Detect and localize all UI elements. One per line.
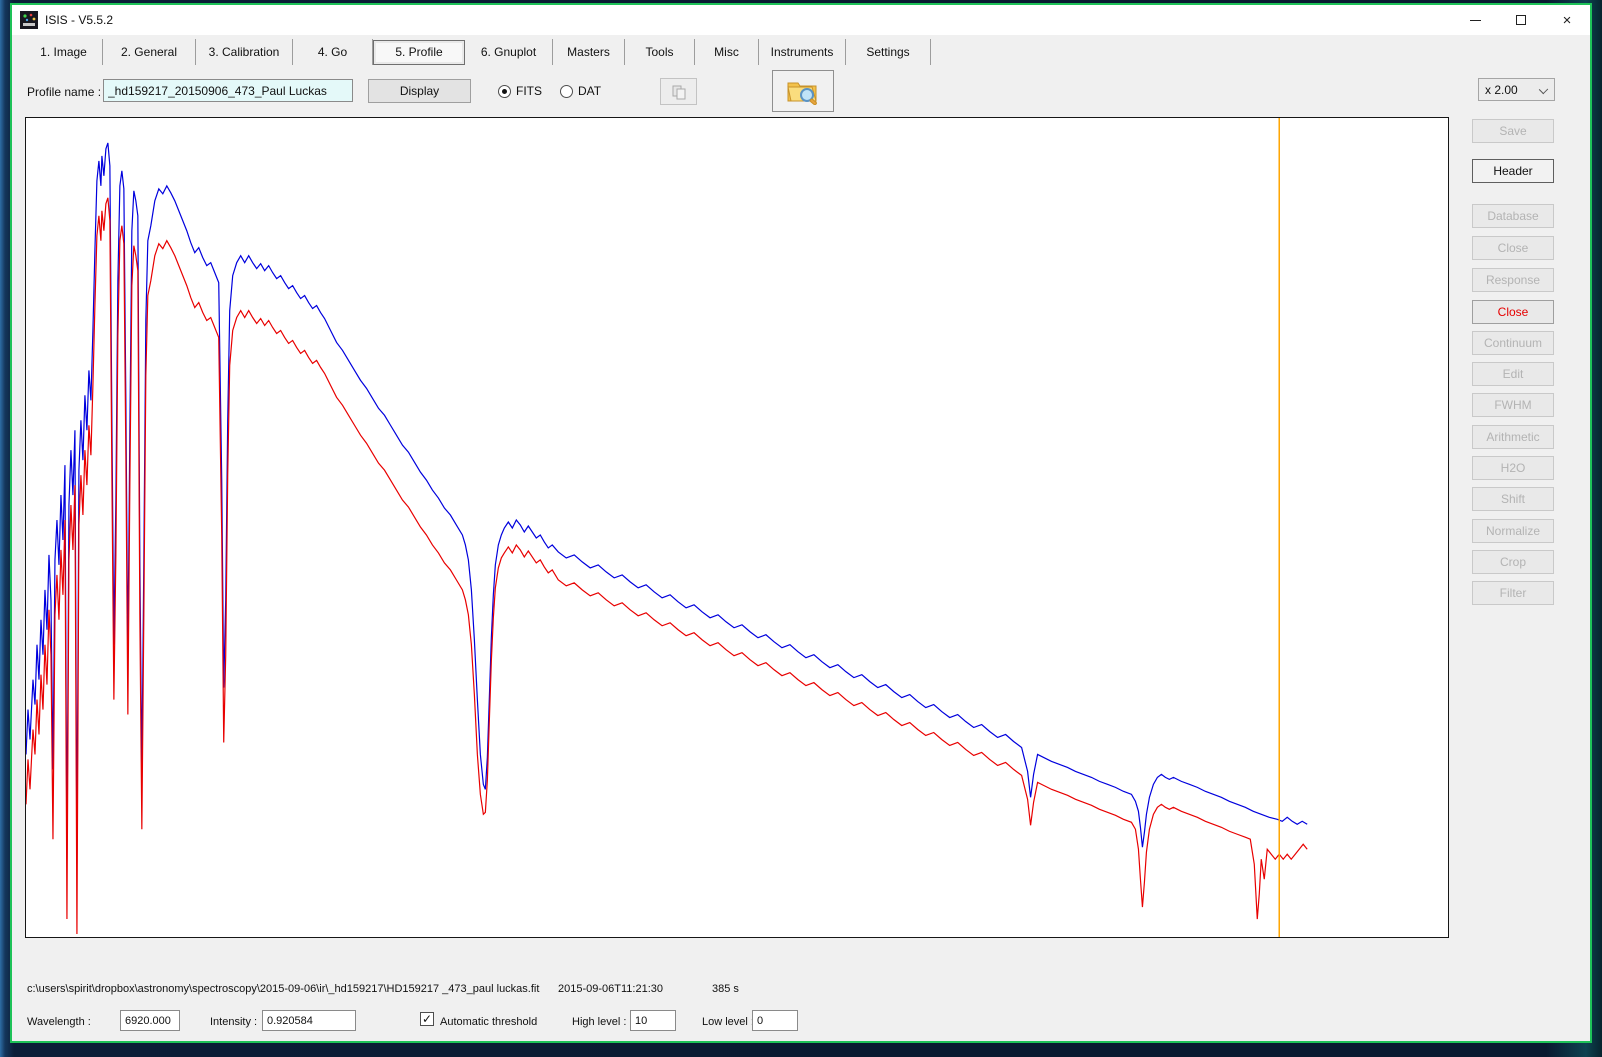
display-button[interactable]: Display <box>368 79 471 103</box>
h2o-button: H2O <box>1472 456 1554 480</box>
tab-3-calibration[interactable]: 3. Calibration <box>196 39 293 65</box>
dat-radio[interactable] <box>560 85 573 98</box>
minimize-icon <box>1470 20 1481 21</box>
close-button[interactable]: × <box>1544 5 1590 35</box>
tab-tools[interactable]: Tools <box>625 39 695 65</box>
dat-radio-label: DAT <box>578 84 601 98</box>
desktop: { "window": { "title": "ISIS - V5.5.2" }… <box>0 0 1602 1057</box>
browse-profile-button[interactable] <box>772 70 834 112</box>
close-button-active[interactable]: Close <box>1472 300 1554 324</box>
filter-button: Filter <box>1472 581 1554 605</box>
window-title: ISIS - V5.5.2 <box>45 13 113 27</box>
fits-radio-label: FITS <box>516 84 542 98</box>
close-icon: × <box>1563 12 1572 29</box>
exposure-time: 385 s <box>712 983 739 995</box>
arithmetic-button: Arithmetic <box>1472 425 1554 449</box>
fits-radio[interactable] <box>498 85 511 98</box>
tab-1-image[interactable]: 1. Image <box>25 39 103 65</box>
app-icon <box>20 11 38 29</box>
intensity-value-field[interactable] <box>262 1010 356 1031</box>
normalize-button: Normalize <box>1472 519 1554 543</box>
tab-5-profile[interactable]: 5. Profile <box>373 40 465 65</box>
wavelength-label: Wavelength : <box>27 1016 91 1028</box>
save-button: Save <box>1472 119 1554 143</box>
shift-button: Shift <box>1472 487 1554 511</box>
crop-button: Crop <box>1472 550 1554 574</box>
header-button[interactable]: Header <box>1472 159 1554 183</box>
high-level-field[interactable] <box>630 1010 676 1031</box>
title-bar: ISIS - V5.5.2 × <box>12 5 1590 35</box>
maximize-button[interactable] <box>1498 5 1544 35</box>
app-window: ISIS - V5.5.2 × 1. Image2. General3. Cal… <box>10 3 1592 1043</box>
tab-2-general[interactable]: 2. General <box>103 39 196 65</box>
spectrum-blue-curve <box>26 143 1307 864</box>
zoom-factor-value: x 2.00 <box>1485 83 1518 97</box>
response-button: Response <box>1472 268 1554 292</box>
format-radio-group: FITS DAT <box>498 84 601 98</box>
tab-6-gnuplot[interactable]: 6. Gnuplot <box>465 39 553 65</box>
low-level-field[interactable] <box>752 1010 798 1031</box>
observation-datetime: 2015-09-06T11:21:30 <box>558 983 663 995</box>
high-level-label: High level : <box>572 1016 626 1028</box>
low-level-label: Low level : <box>702 1016 754 1028</box>
continuum-button: Continuum <box>1472 331 1554 355</box>
automatic-threshold-label: Automatic threshold <box>440 1016 537 1028</box>
copy-icon <box>671 84 687 100</box>
chevron-down-icon <box>1539 85 1548 94</box>
fwhm-button: FWHM <box>1472 393 1554 417</box>
file-path-text: c:\users\spirit\dropbox\astronomy\spectr… <box>27 983 539 995</box>
tab-masters[interactable]: Masters <box>553 39 625 65</box>
close-button: Close <box>1472 236 1554 260</box>
maximize-icon <box>1516 15 1526 25</box>
copy-profile-button[interactable] <box>660 78 697 105</box>
minimize-button[interactable] <box>1452 5 1498 35</box>
edit-button: Edit <box>1472 362 1554 386</box>
zoom-factor-select[interactable]: x 2.00 <box>1478 78 1555 101</box>
wavelength-value-field[interactable] <box>120 1010 180 1031</box>
automatic-threshold-checkbox[interactable]: ✓ <box>420 1012 434 1026</box>
tab-4-go[interactable]: 4. Go <box>293 39 373 65</box>
tab-bar: 1. Image2. General3. Calibration4. Go5. … <box>25 37 931 67</box>
tab-settings[interactable]: Settings <box>846 39 931 65</box>
folder-search-icon <box>786 77 820 105</box>
tab-misc[interactable]: Misc <box>695 39 759 65</box>
tab-instruments[interactable]: Instruments <box>759 39 846 65</box>
intensity-label: Intensity : <box>210 1016 257 1028</box>
spectrum-plot[interactable] <box>25 117 1449 938</box>
spectrum-red-curve <box>26 198 1307 934</box>
database-button: Database <box>1472 204 1554 228</box>
profile-name-input[interactable] <box>103 79 353 102</box>
profile-name-label: Profile name : <box>27 85 101 99</box>
